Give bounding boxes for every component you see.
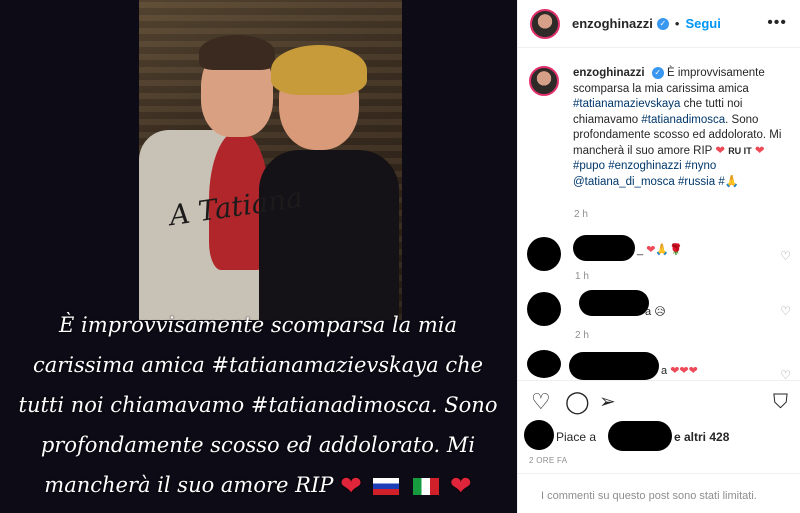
pray-icon: 🙏	[724, 175, 740, 188]
verified-badge-icon: ✓	[656, 17, 669, 30]
post-age: 2 ORE FA	[529, 456, 568, 465]
heart-icon: ❤	[449, 471, 472, 502]
likes-others-link[interactable]: e altri 428	[674, 430, 729, 444]
comment-username-suffix: a	[661, 365, 668, 377]
woman-hair	[271, 45, 367, 95]
separator-dot: •	[674, 16, 680, 31]
hashtag-link[interactable]: #enzoghinazzi	[608, 160, 682, 172]
post-media[interactable]: A Tatiana È improvvisamente scomparsa la…	[0, 0, 517, 513]
heart-icon: ❤	[340, 471, 362, 502]
liker-avatar[interactable]	[524, 420, 554, 450]
comment-avatar[interactable]	[527, 350, 561, 378]
caption-username[interactable]: enzoghinazzi	[573, 67, 645, 79]
caption-avatar[interactable]	[529, 66, 559, 96]
comment-username-suffix: _	[637, 244, 644, 256]
redacted-liker-username	[608, 421, 672, 451]
caption-timestamp: 2 h	[574, 209, 588, 220]
comment-avatar[interactable]	[527, 292, 561, 326]
heart-icon: ❤	[715, 144, 725, 157]
hashtag-link[interactable]: #russia	[678, 176, 715, 188]
hashtag-link[interactable]: #nyno	[685, 160, 716, 172]
heart-icon: ❤	[754, 144, 765, 157]
like-comment-heart-icon[interactable]: ♡	[780, 304, 791, 318]
comment-bubble-icon[interactable]: ◯	[565, 391, 590, 413]
comment-timestamp: 2 h	[575, 330, 589, 341]
comment-emojis: ❤🙏🌹	[646, 244, 683, 256]
flags-label: RU IT	[728, 145, 752, 156]
likes-row: Piace a e altri 428	[524, 420, 794, 451]
header-username[interactable]: enzoghinazzi	[572, 16, 653, 31]
comment-timestamp: 1 h	[575, 271, 589, 282]
save-bookmark-icon[interactable]: ⛉	[773, 391, 788, 413]
post-photo: A Tatiana	[139, 0, 402, 320]
mention-link[interactable]: @tatiana_di_mosca	[573, 176, 675, 188]
post-header: enzoghinazzi ✓ • Segui •••	[518, 0, 800, 48]
action-bar: ♡ ◯ ➢ ⛉	[517, 380, 800, 422]
italy-flag-icon	[413, 478, 440, 495]
share-send-icon[interactable]: ➢	[599, 391, 616, 413]
woman-body	[259, 150, 399, 320]
comment-item: a ❤❤❤ ♡	[527, 350, 797, 382]
hashtag-link[interactable]: #tatianamazievskaya	[573, 98, 680, 110]
comment-emojis: 😥	[654, 306, 666, 318]
comments-limited-notice: I commenti su questo post sono stati lim…	[517, 473, 800, 513]
hashtag-link[interactable]: #tatianadimosca	[641, 114, 725, 126]
redacted-username	[569, 352, 659, 380]
comment-text: a 😥	[645, 305, 666, 318]
likes-others-count[interactable]: e altri 428	[674, 430, 729, 444]
comment-username-suffix: a	[645, 306, 652, 318]
overlay-caption-text: È improvvisamente scomparsa la mia caris…	[18, 313, 498, 497]
comment-emojis: ❤❤❤	[670, 365, 698, 377]
avatar[interactable]	[530, 8, 560, 39]
comment-item: a 😥 2 h ♡	[527, 290, 797, 341]
likes-prefix: Piace a	[556, 430, 597, 444]
comment-avatar[interactable]	[527, 237, 561, 271]
caption-text: enzoghinazzi ✓ È improvvisamente scompar…	[573, 66, 789, 190]
redacted-username	[579, 290, 649, 316]
comment-item: _ ❤🙏🌹 1 h ♡	[527, 235, 797, 282]
caption-block: enzoghinazzi ✓ È improvvisamente scompar…	[529, 66, 789, 190]
hashtag-link[interactable]: #pupo	[573, 160, 605, 172]
more-options-icon[interactable]: •••	[767, 14, 787, 32]
comment-text: _ ❤🙏🌹	[637, 243, 683, 256]
man-hair	[199, 35, 275, 70]
comment-text: a ❤❤❤	[661, 364, 698, 377]
redacted-username	[573, 235, 635, 261]
follow-button[interactable]: Segui	[685, 16, 720, 31]
verified-badge-icon: ✓	[651, 66, 664, 79]
like-comment-heart-icon[interactable]: ♡	[780, 249, 791, 263]
like-heart-icon[interactable]: ♡	[531, 391, 551, 413]
overlay-caption: È improvvisamente scomparsa la mia caris…	[18, 305, 498, 507]
russia-flag-icon	[372, 478, 399, 495]
